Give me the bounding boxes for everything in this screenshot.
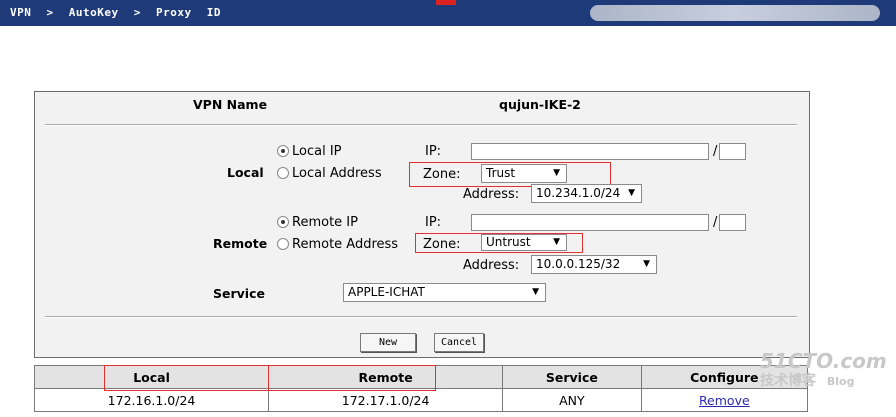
local-ip-input[interactable] bbox=[471, 143, 709, 160]
remote-address-select[interactable]: 10.0.0.125/32 ▼ bbox=[531, 255, 657, 274]
local-ip-radio-label: Local IP bbox=[292, 144, 342, 159]
service-select[interactable]: APPLE-ICHAT ▼ bbox=[343, 283, 546, 302]
breadcrumb-vpn[interactable]: VPN bbox=[10, 6, 31, 19]
remove-link[interactable]: Remove bbox=[699, 393, 750, 408]
proxy-id-form-panel: VPN Name qujun-IKE-2 Local Local IP Loca… bbox=[34, 91, 810, 358]
remote-ip-radio[interactable] bbox=[277, 216, 289, 228]
local-zone-select[interactable]: Trust ▼ bbox=[481, 164, 567, 183]
local-address-radio-label: Local Address bbox=[292, 166, 382, 181]
local-address-value: 10.234.1.0/24 bbox=[536, 186, 621, 200]
breadcrumb-proxy: Proxy bbox=[155, 6, 192, 19]
column-header-service: Service bbox=[502, 365, 642, 389]
breadcrumb-autokey[interactable]: AutoKey bbox=[69, 6, 119, 19]
local-zone-value: Trust bbox=[486, 166, 516, 180]
remote-ip-radio-label: Remote IP bbox=[292, 215, 358, 230]
local-slash: / bbox=[713, 144, 718, 159]
watermark-line2: 技术博客 Blog bbox=[760, 372, 887, 391]
cancel-button[interactable]: Cancel bbox=[434, 333, 484, 352]
remote-slash: / bbox=[713, 215, 718, 230]
row-service: ANY bbox=[502, 388, 642, 412]
row-remote: 172.17.1.0/24 bbox=[268, 388, 504, 412]
dropdown-arrow-icon: ▼ bbox=[532, 287, 539, 297]
dropdown-arrow-icon: ▼ bbox=[643, 259, 650, 269]
dropdown-arrow-icon: ▼ bbox=[628, 188, 635, 198]
local-address-select[interactable]: 10.234.1.0/24 ▼ bbox=[531, 184, 642, 203]
local-zone-label: Zone: bbox=[423, 167, 461, 182]
remote-column-highlight-box bbox=[268, 365, 436, 391]
divider bbox=[45, 316, 797, 318]
watermark: 51CTO.com 技术博客 Blog bbox=[760, 350, 887, 391]
remote-zone-label: Zone: bbox=[423, 237, 461, 252]
dropdown-arrow-icon: ▼ bbox=[553, 237, 560, 247]
row-local: 172.16.1.0/24 bbox=[33, 388, 270, 412]
breadcrumb-separator: > bbox=[133, 6, 141, 19]
dropdown-arrow-icon: ▼ bbox=[553, 168, 560, 178]
remote-zone-value: Untrust bbox=[486, 235, 531, 249]
local-ip-radio[interactable] bbox=[277, 145, 289, 157]
watermark-text: 技术博客 bbox=[760, 373, 816, 389]
remote-ip-input[interactable] bbox=[471, 214, 709, 231]
watermark-line1: 51CTO.com bbox=[760, 349, 887, 373]
new-button[interactable]: New bbox=[360, 333, 416, 352]
local-section-label: Local bbox=[227, 165, 264, 180]
table-row: 172.16.1.0/24 172.17.1.0/24 ANY Remove bbox=[33, 388, 809, 412]
vpn-name-label: VPN Name bbox=[193, 97, 268, 112]
vpn-name-value: qujun-IKE-2 bbox=[499, 97, 581, 112]
breadcrumb: VPN > AutoKey > Proxy ID bbox=[10, 6, 229, 19]
top-header-bar: VPN > AutoKey > Proxy ID bbox=[0, 0, 896, 26]
service-label: Service bbox=[213, 286, 265, 301]
local-address-label: Address: bbox=[463, 187, 520, 202]
remote-mask-input[interactable] bbox=[719, 214, 746, 231]
service-value: APPLE-ICHAT bbox=[348, 285, 425, 299]
local-address-radio[interactable] bbox=[277, 167, 289, 179]
remote-ip-label: IP: bbox=[425, 215, 442, 230]
breadcrumb-id: ID bbox=[206, 6, 221, 19]
local-mask-input[interactable] bbox=[719, 143, 746, 160]
blurred-region bbox=[590, 5, 880, 21]
status-mark bbox=[436, 0, 456, 5]
divider bbox=[45, 124, 797, 126]
local-ip-label: IP: bbox=[425, 144, 442, 159]
local-column-highlight-box bbox=[104, 365, 269, 391]
watermark-blog: Blog bbox=[826, 375, 855, 388]
breadcrumb-separator: > bbox=[46, 6, 54, 19]
remote-address-radio[interactable] bbox=[277, 238, 289, 250]
remote-address-radio-label: Remote Address bbox=[292, 237, 399, 252]
row-configure-cell: Remove bbox=[640, 388, 809, 412]
remote-section-label: Remote bbox=[213, 236, 268, 251]
remote-address-value: 10.0.0.125/32 bbox=[536, 257, 621, 271]
remote-zone-select[interactable]: Untrust ▼ bbox=[481, 234, 567, 251]
remote-address-label: Address: bbox=[463, 258, 520, 273]
